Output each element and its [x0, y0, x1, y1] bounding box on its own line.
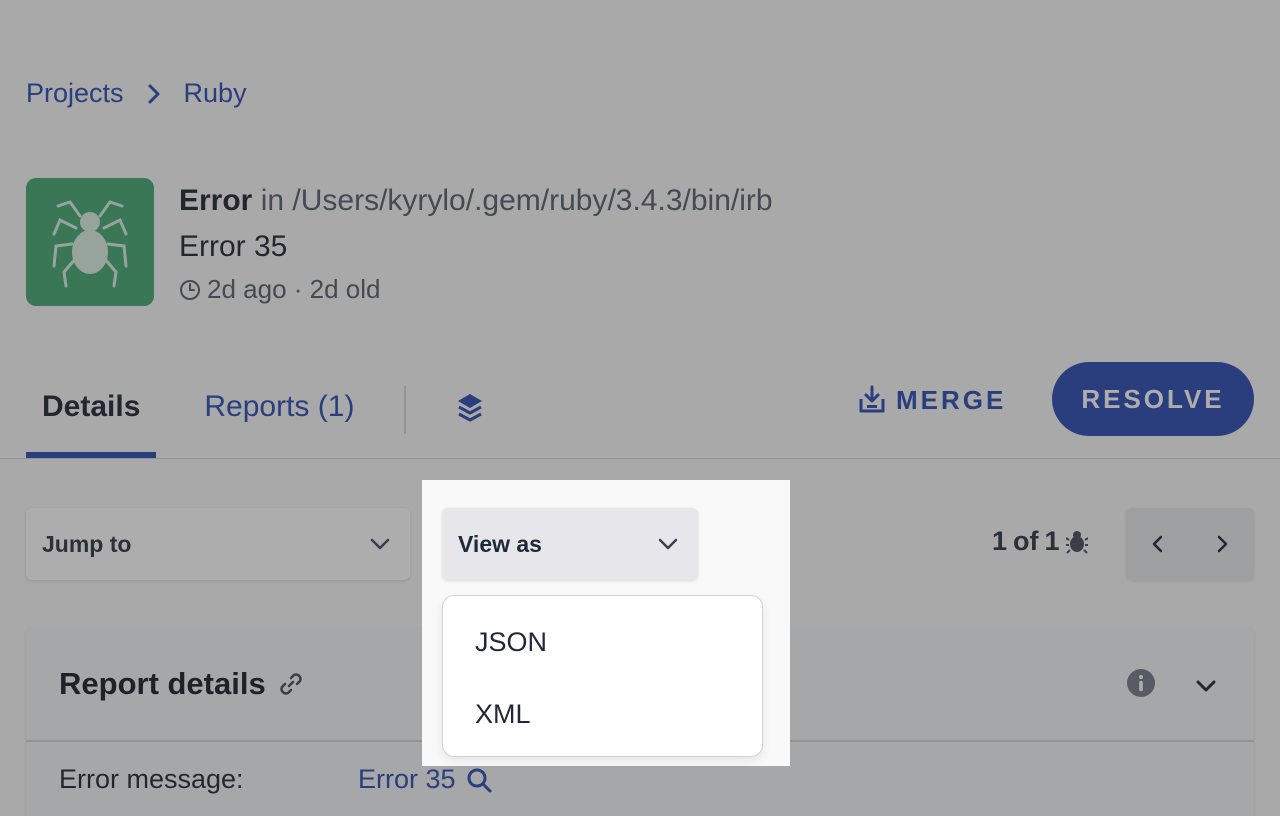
view-as-select[interactable]: View as [442, 508, 698, 580]
layers-icon [458, 394, 483, 422]
chevron-down-icon [658, 538, 678, 550]
counter-current: 1 [992, 526, 1008, 556]
error-location: in /Users/kyrylo/.gem/ruby/3.4.3/bin/irb [260, 184, 773, 217]
merge-icon [859, 385, 885, 413]
error-location-line: Error in /Users/kyrylo/.gem/ruby/3.4.3/b… [179, 184, 773, 218]
page: Projects Ruby Error in /Users/kyrylo/.ge… [0, 0, 1280, 816]
counter-total: 1 [1044, 526, 1060, 556]
tab-reports[interactable]: Reports (1) [188, 362, 370, 458]
counter-of: of [1013, 526, 1039, 556]
view-as-label: View as [458, 530, 542, 557]
resolve-button[interactable]: RESOLVE [1052, 362, 1254, 436]
bug-icon [1065, 530, 1088, 554]
prev-button[interactable] [1126, 508, 1190, 580]
tab-layers[interactable] [440, 362, 500, 458]
breadcrumb-projects[interactable]: Projects [26, 78, 124, 109]
jump-to-select[interactable]: Jump to [26, 508, 410, 580]
merge-button[interactable]: MERGE [858, 378, 1006, 422]
breadcrumb-ruby[interactable]: Ruby [184, 78, 247, 109]
error-message-value[interactable]: Error 35 [358, 764, 492, 795]
error-type: Error [179, 184, 253, 217]
chevron-left-icon [1152, 535, 1163, 553]
link-icon[interactable] [278, 671, 304, 697]
error-age: 2d ago · 2d old [207, 274, 381, 304]
error-header: Error in /Users/kyrylo/.gem/ruby/3.4.3/b… [179, 184, 773, 305]
occurrence-counter: 1 of 1 [992, 526, 1088, 557]
merge-label: MERGE [896, 384, 1007, 415]
tab-divider [404, 386, 407, 434]
search-icon[interactable] [466, 767, 492, 793]
tab-details[interactable]: Details [26, 362, 157, 458]
info-icon[interactable] [1126, 668, 1156, 698]
error-message-text: Error 35 [358, 764, 456, 794]
tabs: Details Reports (1) [26, 362, 500, 458]
breadcrumb: Projects Ruby [26, 78, 247, 109]
error-message-label: Error message: [59, 764, 244, 794]
menu-item-xml[interactable]: XML [443, 678, 762, 750]
chevron-right-icon [148, 84, 160, 103]
tabs-divider [0, 458, 1280, 459]
view-as-menu: JSON XML [442, 595, 763, 757]
card-title-text: Report details [59, 666, 266, 701]
clock-icon [180, 279, 200, 300]
error-meta: 2d ago · 2d old [179, 274, 773, 305]
chevron-right-icon [1217, 535, 1228, 553]
error-title: Error 35 [179, 230, 288, 263]
occurrence-pager [1126, 508, 1254, 580]
spider-icon [52, 200, 128, 288]
next-button[interactable] [1190, 508, 1254, 580]
jump-to-label: Jump to [42, 530, 132, 557]
card-title: Report details [59, 666, 304, 702]
error-avatar [26, 178, 154, 306]
chevron-down-icon [370, 538, 390, 550]
menu-item-json[interactable]: JSON [443, 606, 762, 678]
chevron-down-icon[interactable] [1192, 672, 1220, 700]
